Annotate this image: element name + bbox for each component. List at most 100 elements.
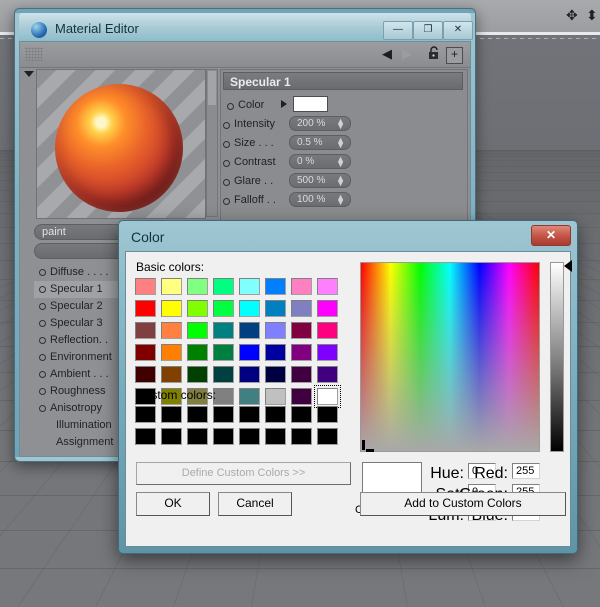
basic-color-swatch[interactable] — [265, 322, 286, 339]
custom-color-swatch[interactable] — [317, 428, 338, 445]
basic-color-swatch[interactable] — [239, 322, 260, 339]
basic-color-swatch[interactable] — [291, 388, 312, 405]
material-editor-titlebar[interactable]: Material Editor — ❐ ✕ — [19, 13, 473, 41]
custom-color-swatch[interactable] — [135, 428, 156, 445]
basic-color-swatch[interactable] — [161, 278, 182, 295]
basic-color-swatch[interactable] — [265, 300, 286, 317]
property-row-glare[interactable]: Glare . . 500 % ▲ ▼ — [221, 172, 461, 191]
basic-color-swatch[interactable] — [187, 344, 208, 361]
chevron-down-icon[interactable] — [24, 71, 34, 77]
custom-colors-grid[interactable] — [135, 406, 351, 450]
spinner-icon[interactable]: ▲ ▼ — [336, 155, 345, 169]
add-material-button[interactable]: + — [446, 47, 463, 64]
property-row-color[interactable]: Color — [225, 96, 465, 115]
property-field-glare[interactable]: 500 % ▲ ▼ — [289, 173, 351, 188]
basic-color-swatch[interactable] — [213, 322, 234, 339]
basic-color-swatch[interactable] — [213, 388, 234, 405]
basic-color-swatch[interactable] — [213, 300, 234, 317]
color-dialog-titlebar[interactable]: Color ✕ — [123, 225, 573, 251]
define-custom-colors-button[interactable]: Define Custom Colors >> — [136, 462, 351, 485]
basic-color-swatch[interactable] — [239, 366, 260, 383]
spinner-icon[interactable]: ▲ ▼ — [336, 174, 345, 188]
basic-color-swatch[interactable] — [135, 278, 156, 295]
toolbar-grip[interactable] — [25, 47, 43, 61]
basic-color-swatch[interactable] — [239, 300, 260, 317]
basic-color-swatch[interactable] — [291, 344, 312, 361]
spinner-icon[interactable]: ▲ ▼ — [336, 136, 345, 150]
custom-color-swatch[interactable] — [239, 406, 260, 423]
color-dialog-close-button[interactable]: ✕ — [531, 225, 571, 246]
basic-color-swatch[interactable] — [291, 366, 312, 383]
basic-color-swatch[interactable] — [213, 344, 234, 361]
custom-color-swatch[interactable] — [187, 428, 208, 445]
preview-scroll-thumb[interactable] — [208, 71, 216, 105]
basic-color-swatch[interactable] — [135, 344, 156, 361]
minimize-button[interactable]: — — [383, 21, 413, 40]
basic-color-swatch[interactable] — [161, 322, 182, 339]
property-field-falloff[interactable]: 100 % ▲ ▼ — [289, 192, 351, 207]
basic-color-swatch[interactable] — [187, 322, 208, 339]
basic-color-swatch[interactable] — [187, 278, 208, 295]
pan-vertical-icon[interactable]: ⬍ — [586, 8, 598, 22]
custom-color-swatch[interactable] — [291, 406, 312, 423]
basic-color-swatch[interactable] — [135, 322, 156, 339]
preview-scrollbar[interactable] — [206, 69, 218, 217]
luminance-slider[interactable] — [550, 262, 564, 452]
custom-color-swatch[interactable] — [291, 428, 312, 445]
custom-color-swatch[interactable] — [213, 428, 234, 445]
basic-color-swatch[interactable] — [239, 388, 260, 405]
spectrum-cursor-vertical[interactable] — [362, 440, 365, 450]
spinner-icon[interactable]: ▲ ▼ — [336, 193, 345, 207]
custom-color-swatch[interactable] — [161, 406, 182, 423]
cancel-button[interactable]: Cancel — [218, 492, 292, 516]
property-row-falloff[interactable]: Falloff . . 100 % ▲ ▼ — [221, 191, 461, 210]
basic-color-swatch[interactable] — [161, 300, 182, 317]
basic-color-swatch[interactable] — [314, 385, 341, 408]
material-preview[interactable] — [36, 69, 206, 219]
basic-color-swatch[interactable] — [317, 300, 338, 317]
basic-color-swatch[interactable] — [317, 278, 338, 295]
basic-color-swatch[interactable] — [239, 278, 260, 295]
basic-color-swatch[interactable] — [187, 300, 208, 317]
basic-color-swatch[interactable] — [317, 322, 338, 339]
spinner-icon[interactable]: ▲ ▼ — [336, 117, 345, 131]
basic-color-swatch[interactable] — [291, 278, 312, 295]
close-button[interactable]: ✕ — [443, 21, 473, 40]
custom-color-swatch[interactable] — [187, 406, 208, 423]
basic-color-swatch[interactable] — [135, 366, 156, 383]
forward-arrow-icon[interactable]: ▶ — [402, 46, 412, 62]
custom-color-swatch[interactable] — [161, 428, 182, 445]
property-field-contrast[interactable]: 0 % ▲ ▼ — [289, 154, 351, 169]
luminance-slider-thumb-icon[interactable] — [564, 260, 572, 272]
basic-color-swatch[interactable] — [265, 278, 286, 295]
custom-color-swatch[interactable] — [265, 428, 286, 445]
basic-color-swatch[interactable] — [265, 366, 286, 383]
custom-color-swatch[interactable] — [317, 406, 338, 423]
color-dialog[interactable]: Color ✕ Basic colors: Custom colors: Def… — [118, 220, 578, 554]
basic-color-swatch[interactable] — [265, 344, 286, 361]
ok-button[interactable]: OK — [136, 492, 210, 516]
red-field[interactable]: 255 — [512, 463, 540, 479]
back-arrow-icon[interactable]: ◀ — [382, 46, 392, 62]
expand-arrow-icon[interactable] — [281, 100, 287, 108]
basic-color-swatch[interactable] — [291, 322, 312, 339]
add-to-custom-colors-button[interactable]: Add to Custom Colors — [360, 492, 566, 516]
property-row-size[interactable]: Size . . . 0.5 % ▲ ▼ — [221, 134, 461, 153]
custom-color-swatch[interactable] — [265, 406, 286, 423]
property-row-intensity[interactable]: Intensity 200 % ▲ ▼ — [221, 115, 461, 134]
custom-color-swatch[interactable] — [239, 428, 260, 445]
property-field-intensity[interactable]: 200 % ▲ ▼ — [289, 116, 351, 131]
custom-color-swatch[interactable] — [135, 406, 156, 423]
move-icon[interactable]: ✥ — [566, 8, 578, 22]
unlock-icon[interactable] — [428, 46, 440, 60]
basic-color-swatch[interactable] — [317, 344, 338, 361]
property-field-size[interactable]: 0.5 % ▲ ▼ — [289, 135, 351, 150]
custom-color-swatch[interactable] — [213, 406, 234, 423]
maximize-button[interactable]: ❐ — [413, 21, 443, 40]
basic-color-swatch[interactable] — [213, 366, 234, 383]
basic-color-swatch[interactable] — [135, 300, 156, 317]
basic-color-swatch[interactable] — [317, 366, 338, 383]
basic-color-swatch[interactable] — [291, 300, 312, 317]
basic-color-swatch[interactable] — [161, 344, 182, 361]
basic-color-swatch[interactable] — [239, 344, 260, 361]
